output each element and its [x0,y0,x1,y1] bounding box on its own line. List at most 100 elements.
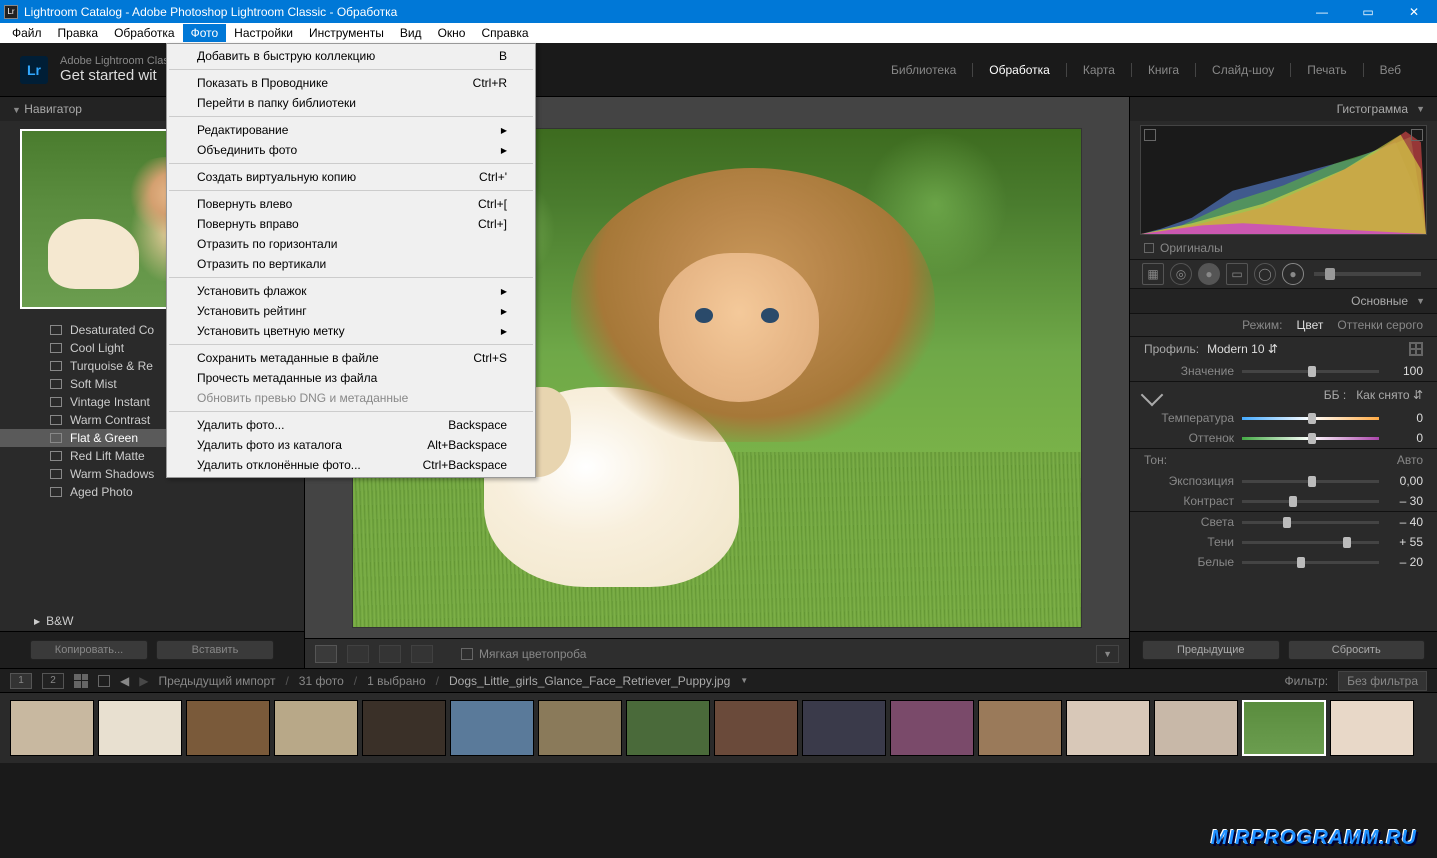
highlights-value[interactable]: – 40 [1387,515,1423,529]
square-view-button[interactable] [98,675,110,687]
auto-tone-button[interactable]: Авто [1397,453,1423,467]
radial-tool[interactable]: ◯ [1254,263,1276,285]
wb-select[interactable]: Как снято ⇵ [1356,388,1423,402]
menu-help[interactable]: Справка [473,24,536,42]
primary-monitor-button[interactable]: 1 [10,673,32,689]
preset-group-bw[interactable]: ▶ B&W [0,611,304,631]
window-minimize-button[interactable]: — [1299,0,1345,23]
filmstrip-thumb[interactable] [450,700,534,756]
gradient-tool[interactable]: ▭ [1226,263,1248,285]
originals-toggle[interactable]: Оригиналы [1130,237,1437,259]
window-close-button[interactable]: ✕ [1391,0,1437,23]
treatment-color[interactable]: Цвет [1297,318,1324,332]
filmstrip[interactable] [0,693,1437,763]
filmstrip-thumb[interactable] [802,700,886,756]
paste-settings-button[interactable]: Вставить [156,640,274,660]
menu-photo[interactable]: Фото [183,24,227,42]
toolbar-options-button[interactable]: ▼ [1096,645,1119,663]
module-tab[interactable]: Книга [1131,63,1195,77]
histogram-header[interactable]: Гистограмма ▼ [1130,97,1437,121]
filmstrip-thumb[interactable] [978,700,1062,756]
tint-value[interactable]: 0 [1387,431,1423,445]
menu-item[interactable]: Установить флажок▶ [167,281,535,301]
grid-view-button[interactable] [74,674,88,688]
wb-dropper-icon[interactable] [1141,384,1164,407]
menu-window[interactable]: Окно [430,24,474,42]
treatment-gray[interactable]: Оттенки серого [1337,318,1423,332]
menu-item[interactable]: Удалить фото из каталогаAlt+Backspace [167,435,535,455]
forward-arrow-icon[interactable]: ▶ [139,674,148,688]
shadow-clip-indicator[interactable] [1144,129,1156,141]
filmstrip-thumb[interactable] [10,700,94,756]
menu-item[interactable]: Сохранить метаданные в файлеCtrl+S [167,348,535,368]
profile-select[interactable]: Modern 10 ⇵ [1207,342,1278,356]
menu-item[interactable]: Редактирование▶ [167,120,535,140]
filmstrip-thumb[interactable] [538,700,622,756]
menu-item[interactable]: Отразить по горизонтали [167,234,535,254]
contrast-slider[interactable] [1242,500,1379,503]
module-tab[interactable]: Веб [1363,63,1417,77]
profile-amount-value[interactable]: 100 [1387,364,1423,378]
menu-item[interactable]: Прочесть метаданные из файла [167,368,535,388]
basic-panel-header[interactable]: Основные ▼ [1130,289,1437,313]
whites-slider[interactable] [1242,561,1379,564]
spot-tool[interactable]: ◎ [1170,263,1192,285]
shadows-value[interactable]: + 55 [1387,535,1423,549]
highlights-slider[interactable] [1242,521,1379,524]
menu-item[interactable]: Удалить фото...Backspace [167,415,535,435]
previous-button[interactable]: Предыдущие [1142,640,1280,660]
compare-tb-button[interactable] [411,645,433,663]
temperature-slider[interactable] [1242,417,1379,420]
mask-overlay-slider[interactable] [1314,272,1421,276]
menu-item[interactable]: Повернуть вправоCtrl+] [167,214,535,234]
exposure-value[interactable]: 0,00 [1387,474,1423,488]
compare-lr-button[interactable] [379,645,401,663]
profile-browser-button[interactable] [1409,342,1423,356]
filename-dropdown-icon[interactable]: ▼ [740,676,748,685]
menu-settings[interactable]: Настройки [226,24,301,42]
filmstrip-thumb[interactable] [362,700,446,756]
filmstrip-source[interactable]: Предыдущий импорт [158,674,275,688]
filmstrip-thumb[interactable] [1066,700,1150,756]
menu-item[interactable]: Повернуть влевоCtrl+[ [167,194,535,214]
profile-amount-slider[interactable] [1242,370,1379,373]
back-arrow-icon[interactable]: ◀ [120,674,129,688]
menu-item[interactable]: Создать виртуальную копиюCtrl+' [167,167,535,187]
menu-item[interactable]: Удалить отклонённые фото...Ctrl+Backspac… [167,455,535,475]
filmstrip-thumb[interactable] [186,700,270,756]
module-tab[interactable]: Обработка [972,63,1066,77]
window-maximize-button[interactable]: ▭ [1345,0,1391,23]
shadows-slider[interactable] [1242,541,1379,544]
menu-edit[interactable]: Правка [50,24,107,42]
filmstrip-thumb[interactable] [274,700,358,756]
filter-select[interactable]: Без фильтра [1338,671,1427,691]
highlight-clip-indicator[interactable] [1411,129,1423,141]
whites-value[interactable]: – 20 [1387,555,1423,569]
before-after-button[interactable] [347,645,369,663]
menu-item[interactable]: Установить цветную метку▶ [167,321,535,341]
brush-tool[interactable]: ● [1282,263,1304,285]
filmstrip-thumb[interactable] [1154,700,1238,756]
reset-button[interactable]: Сбросить [1288,640,1426,660]
filmstrip-thumb[interactable] [890,700,974,756]
loupe-view-button[interactable] [315,645,337,663]
menu-item[interactable]: Перейти в папку библиотеки [167,93,535,113]
module-tab[interactable]: Печать [1290,63,1362,77]
tint-slider[interactable] [1242,437,1379,440]
menu-develop[interactable]: Обработка [106,24,183,42]
menu-item[interactable]: Добавить в быструю коллекциюB [167,46,535,66]
menu-item[interactable]: Отразить по вертикали [167,254,535,274]
filmstrip-thumb[interactable] [714,700,798,756]
crop-tool[interactable]: ▦ [1142,263,1164,285]
redeye-tool[interactable]: ● [1198,263,1220,285]
filmstrip-thumb-selected[interactable] [1242,700,1326,756]
menu-item[interactable]: Объединить фото▶ [167,140,535,160]
filmstrip-thumb[interactable] [626,700,710,756]
menu-view[interactable]: Вид [392,24,430,42]
filmstrip-thumb[interactable] [1330,700,1414,756]
copy-settings-button[interactable]: Копировать... [30,640,148,660]
preset-item[interactable]: Aged Photo [0,483,304,501]
filmstrip-thumb[interactable] [98,700,182,756]
module-tab[interactable]: Библиотека [875,63,972,77]
exposure-slider[interactable] [1242,480,1379,483]
